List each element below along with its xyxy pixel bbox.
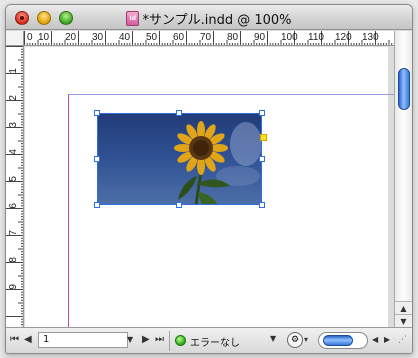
scroll-down-arrow-icon[interactable]: ▼ <box>395 314 412 327</box>
preflight-menu-icon[interactable]: ▼ <box>270 334 276 343</box>
horizontal-scroll-thumb[interactable] <box>323 335 353 346</box>
vertical-ruler[interactable]: 1 2 3 4 5 6 7 8 9 <box>6 46 24 328</box>
ruler-h-label: 60 <box>173 32 185 43</box>
ruler-h-label: 70 <box>200 32 212 43</box>
ruler-h-label: 10 <box>38 32 50 43</box>
ruler-h-label: 40 <box>119 32 131 43</box>
last-page-icon[interactable]: ⏭ <box>155 333 164 347</box>
vertical-scrollbar[interactable]: ▲ ▼ <box>394 31 412 328</box>
title-bar[interactable]: *サンプル.indd @ 100% <box>6 5 412 30</box>
ruler-origin[interactable] <box>6 31 24 46</box>
image-frame[interactable] <box>97 113 262 205</box>
ruler-v-label: 6 <box>8 203 19 209</box>
preflight-status-text: エラーなし <box>190 338 240 349</box>
ruler-h-label: 100 <box>281 32 298 43</box>
window-title: *サンプル.indd @ 100% <box>142 13 292 28</box>
ruler-h-label: 130 <box>362 32 379 43</box>
ruler-h-label: 0 <box>27 32 33 43</box>
ruler-h-label: 50 <box>146 32 158 43</box>
resize-handle-bottom[interactable] <box>176 202 182 208</box>
vertical-scroll-thumb[interactable] <box>398 68 410 110</box>
ruler-v-label: 9 <box>8 284 19 290</box>
ruler-v-label: 2 <box>8 95 19 101</box>
prefs-dropdown-icon[interactable]: ▾ <box>304 333 308 347</box>
resize-grip-icon[interactable]: ⋰ <box>398 333 407 347</box>
resize-handle-bottom-right[interactable] <box>259 202 265 208</box>
ruler-h-label: 90 <box>254 32 266 43</box>
first-page-icon[interactable]: ⏮ <box>10 333 19 347</box>
ruler-v-label: 5 <box>8 176 19 182</box>
resize-handle-bottom-left[interactable] <box>94 202 100 208</box>
sunflower-image <box>174 121 261 204</box>
page-number-value: 1 <box>43 334 50 345</box>
document-window: *サンプル.indd @ 100% 0 10 20 30 40 50 60 70… <box>5 4 413 354</box>
scroll-right-arrow-icon[interactable]: ▶ <box>384 333 390 347</box>
resize-handle-top-left[interactable] <box>94 110 100 116</box>
resize-handle-left[interactable] <box>94 156 100 162</box>
resize-handle-right[interactable] <box>259 156 265 162</box>
ruler-h-label: 120 <box>335 32 352 43</box>
pasteboard[interactable] <box>25 47 398 344</box>
status-bar: ⏮ ◀ 1 ▼ ▶ ⏭ エラーなし ▼ ⚙ ▾ ◀ ▶ ⋰ <box>6 327 412 353</box>
divider <box>169 331 170 351</box>
horizontal-scrollbar[interactable] <box>318 332 368 349</box>
ruler-v-label: 3 <box>8 122 19 128</box>
ruler-h-label: 110 <box>308 32 324 43</box>
preferences-icon[interactable]: ⚙ <box>287 332 303 348</box>
page-dropdown-icon[interactable]: ▼ <box>127 333 133 347</box>
scroll-left-arrow-icon[interactable]: ◀ <box>372 333 378 347</box>
scroll-up-arrow-icon[interactable]: ▲ <box>395 301 412 314</box>
window-title-area: *サンプル.indd @ 100% <box>6 9 412 28</box>
ruler-v-label: 7 <box>8 230 19 236</box>
out-port-handle[interactable] <box>260 134 267 141</box>
page-number-field[interactable]: 1 <box>38 332 128 348</box>
ruler-v-label: 8 <box>8 257 19 263</box>
indesign-document-icon <box>126 11 140 26</box>
ruler-v-label: 1 <box>8 68 19 74</box>
resize-handle-top[interactable] <box>176 110 182 116</box>
horizontal-ruler[interactable]: 0 10 20 30 40 50 60 70 80 90 100 110 120… <box>24 31 396 46</box>
ruler-h-label: 20 <box>65 32 77 43</box>
preflight-status-icon <box>175 335 186 346</box>
ruler-v-label: 4 <box>8 149 19 155</box>
ruler-h-label: 80 <box>227 32 239 43</box>
ruler-h-label: 30 <box>92 32 104 43</box>
resize-handle-top-right[interactable] <box>259 110 265 116</box>
next-page-icon[interactable]: ▶ <box>142 333 150 347</box>
previous-page-icon[interactable]: ◀ <box>24 333 32 347</box>
